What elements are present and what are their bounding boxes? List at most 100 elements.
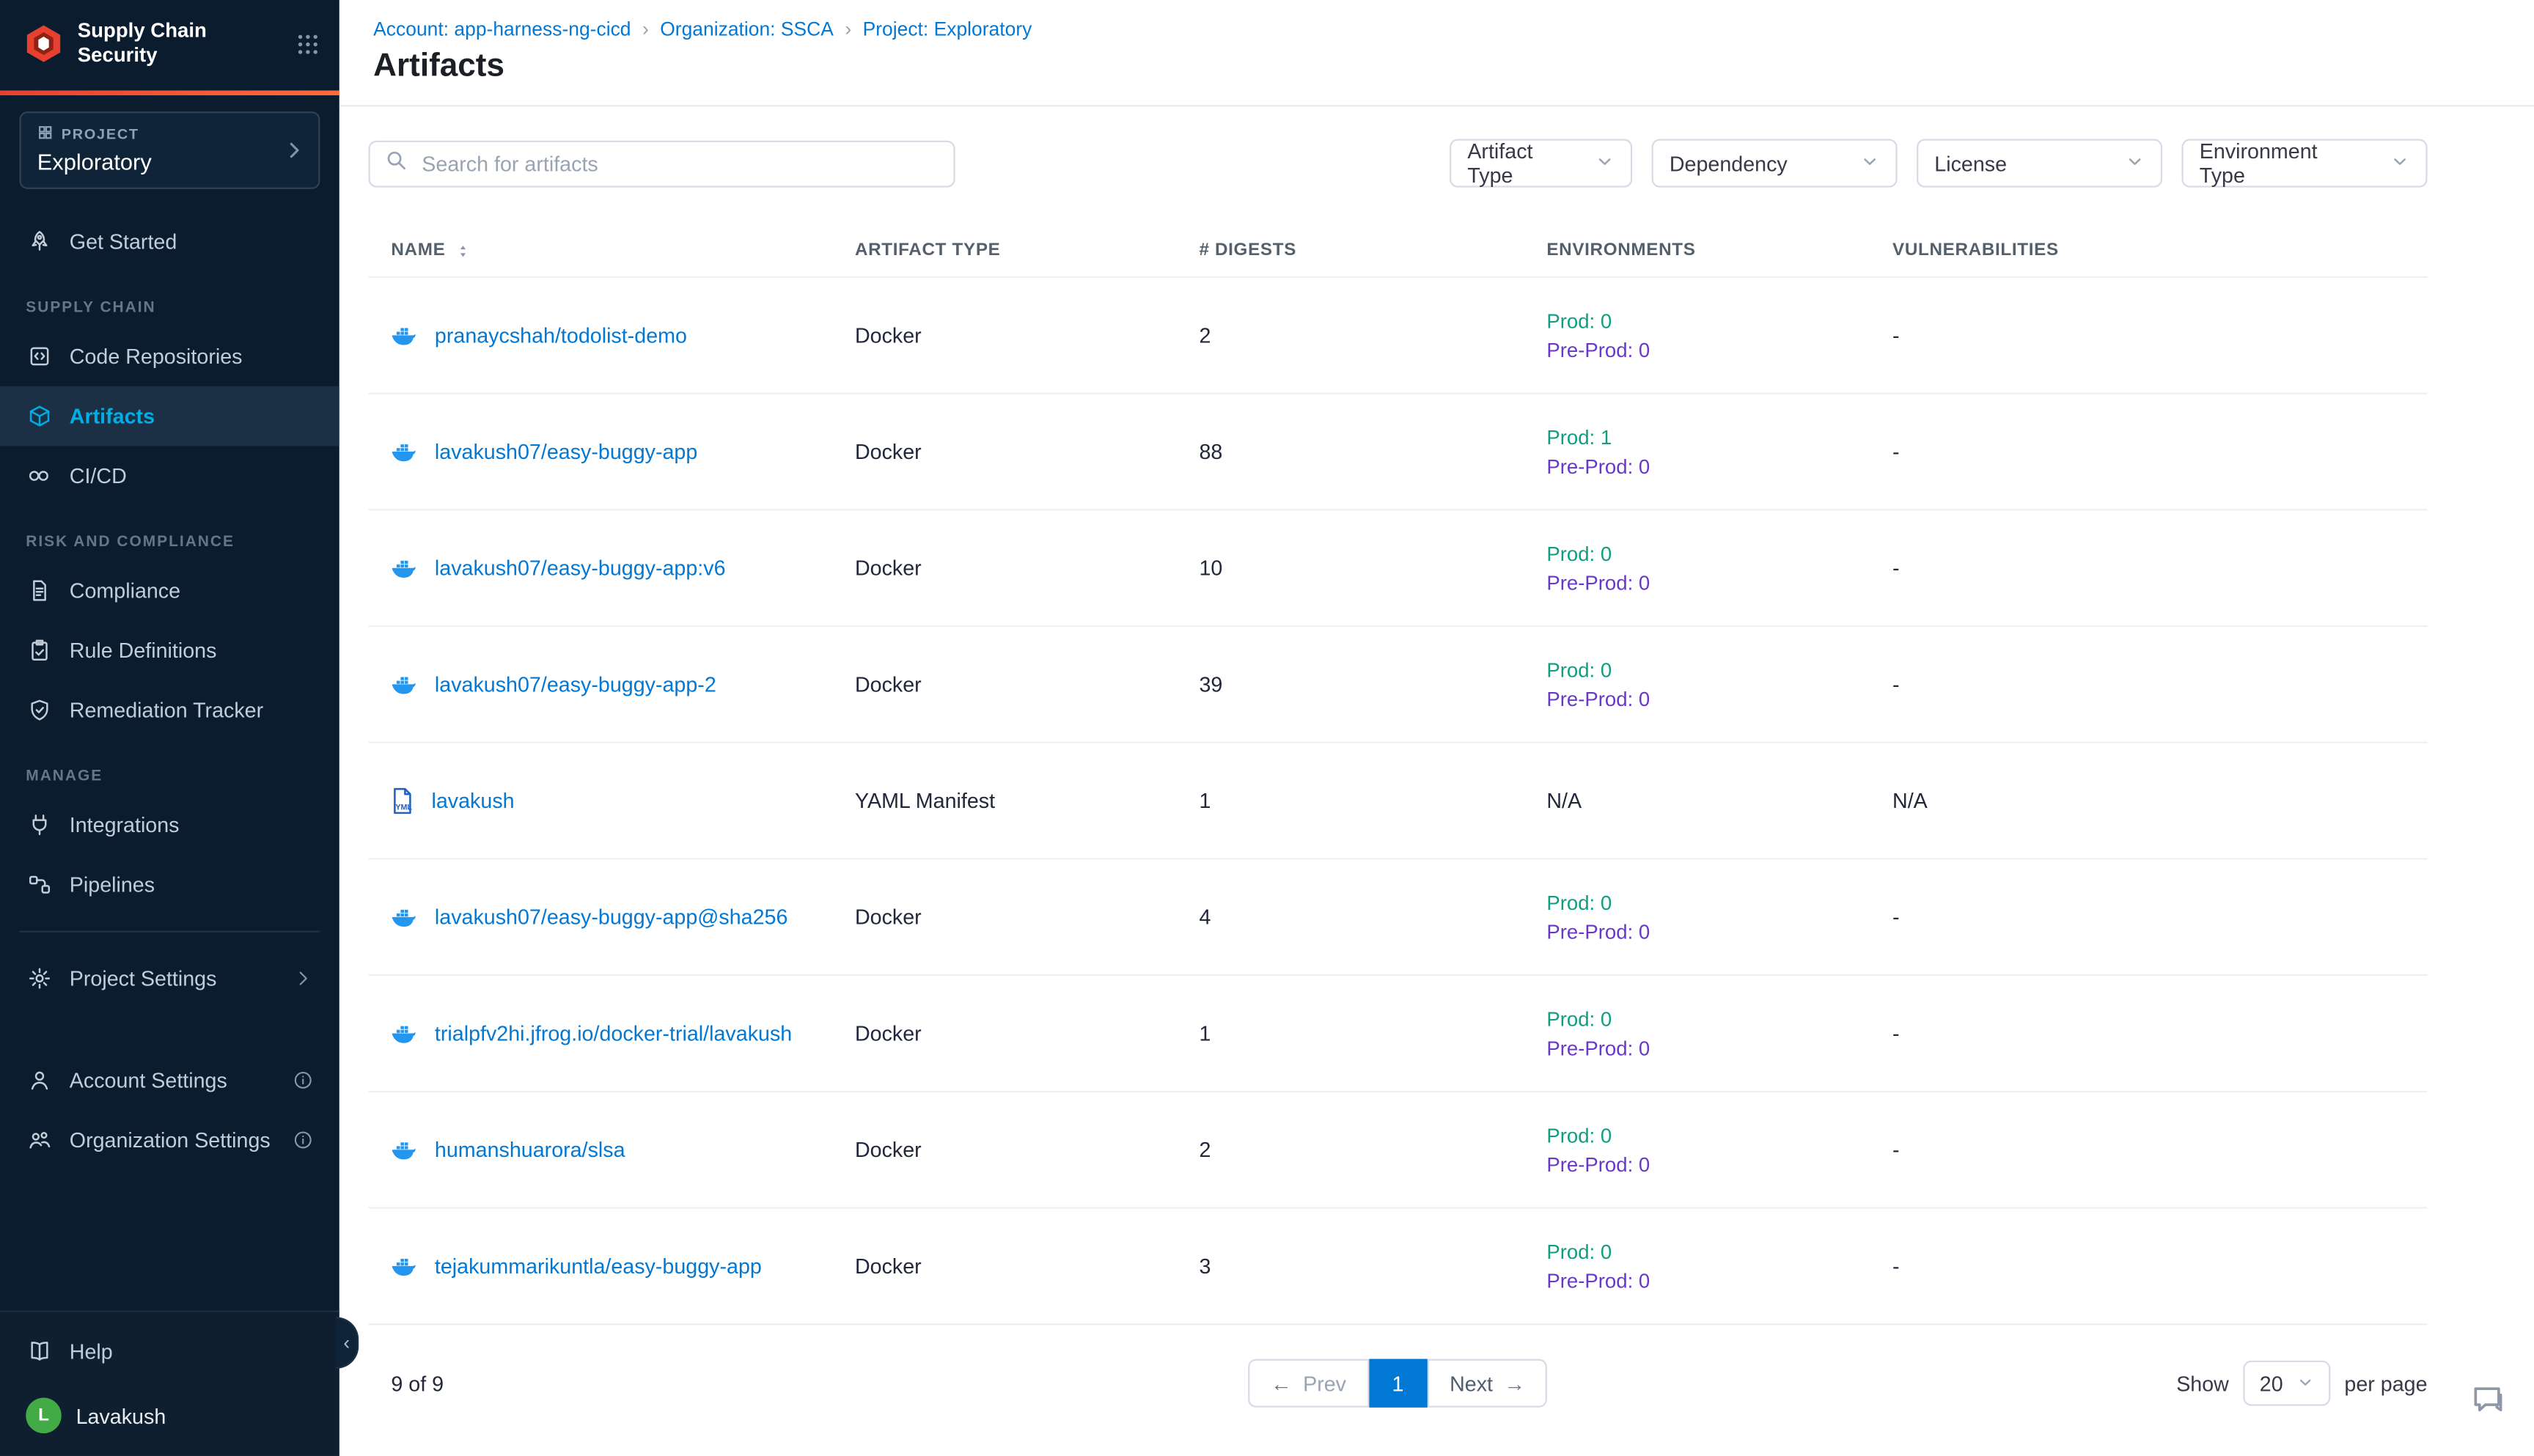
sidebar-item-artifacts[interactable]: Artifacts: [0, 386, 339, 446]
artifact-name-link[interactable]: lavakush07/easy-buggy-app: [435, 440, 697, 464]
artifact-type-cell: Docker: [855, 1254, 1199, 1278]
artifact-name-link[interactable]: pranaycshah/todolist-demo: [435, 323, 687, 348]
artifact-name-link[interactable]: lavakush07/easy-buggy-app:v6: [435, 556, 726, 580]
vulnerabilities-cell: -: [1892, 323, 2428, 348]
table-row[interactable]: lavakush07/easy-buggy-app-2Docker39Prod:…: [369, 627, 2428, 743]
table-row[interactable]: lavakush07/easy-buggy-appDocker88Prod: 1…: [369, 394, 2428, 511]
user-avatar: L: [26, 1398, 61, 1433]
artifact-name-link[interactable]: lavakush07/easy-buggy-app-2: [435, 672, 716, 696]
prod-env-link[interactable]: Prod: 0: [1546, 889, 1892, 915]
rules-icon: [26, 639, 51, 663]
arrow-right-icon: →: [1504, 1371, 1525, 1395]
sidebar-item-project-settings[interactable]: Project Settings: [0, 949, 339, 1009]
user-name: Lavakush: [76, 1403, 166, 1427]
next-page-button[interactable]: Next →: [1427, 1359, 1548, 1408]
sidebar-item-account-settings[interactable]: Account Settings: [0, 1051, 339, 1111]
prev-page-button[interactable]: ← Prev: [1248, 1359, 1369, 1408]
prod-env-link[interactable]: Prod: 0: [1546, 308, 1892, 334]
sidebar-item-label: Project Settings: [70, 966, 217, 990]
prod-env-link[interactable]: Prod: 1: [1546, 424, 1892, 450]
sidebar-item-rule-definitions[interactable]: Rule Definitions: [0, 620, 339, 680]
table-row[interactable]: lavakush07/easy-buggy-app@sha256Docker4P…: [369, 860, 2428, 977]
sidebar-item-label: Artifacts: [70, 404, 155, 428]
prod-env-link[interactable]: Prod: 0: [1546, 1238, 1892, 1264]
artifact-name-link[interactable]: humanshuarora/slsa: [435, 1138, 625, 1162]
user-menu[interactable]: L Lavakush: [0, 1382, 339, 1440]
repo-icon: [26, 344, 51, 368]
table-row[interactable]: trialpfv2hi.jfrog.io/docker-trial/lavaku…: [369, 976, 2428, 1092]
table-row[interactable]: lavakush07/easy-buggy-app:v6 Docker10Prod…: [369, 510, 2428, 627]
filter-dependency[interactable]: Dependency: [1652, 139, 1898, 188]
sort-icon[interactable]: [453, 242, 471, 260]
filter-artifact-type[interactable]: Artifact Type: [1450, 139, 1632, 188]
sidebar-item-organization-settings[interactable]: Organization Settings: [0, 1110, 339, 1170]
sidebar-item-compliance[interactable]: Compliance: [0, 561, 339, 621]
org-icon: [26, 1128, 51, 1152]
page-number-button[interactable]: 1: [1369, 1359, 1427, 1408]
page-size-select[interactable]: 20: [2244, 1361, 2330, 1406]
prod-env-link[interactable]: Prod: 0: [1546, 540, 1892, 566]
prod-env-link[interactable]: Prod: 0: [1546, 657, 1892, 683]
chat-help-icon[interactable]: [2469, 1382, 2505, 1417]
column-header-digests: # DIGESTS: [1199, 240, 1546, 260]
filter-label: Dependency: [1670, 151, 1788, 175]
brand-line2: Security: [78, 44, 283, 68]
info-icon: [293, 1130, 314, 1151]
integrations-icon: [26, 813, 51, 837]
filter-license[interactable]: License: [1917, 139, 2162, 188]
sidebar-item-pipelines[interactable]: Pipelines: [0, 855, 339, 915]
preprod-env-link[interactable]: Pre-Prod: 0: [1546, 1151, 1892, 1177]
breadcrumb-organization-link[interactable]: Organization: SSCA: [660, 18, 834, 40]
sidebar-item-get-started[interactable]: Get Started: [0, 212, 339, 272]
artifact-type-cell: Docker: [855, 556, 1199, 580]
sidebar-item-help[interactable]: Help: [0, 1322, 339, 1382]
preprod-env-link[interactable]: Pre-Prod: 0: [1546, 919, 1892, 944]
filter-environment-type[interactable]: Environment Type: [2182, 139, 2428, 188]
environments-cell: Prod: 0 Pre-Prod: 0: [1546, 889, 1892, 944]
artifact-name-link[interactable]: lavakush: [431, 789, 514, 813]
sidebar-item-label: Pipelines: [70, 872, 155, 897]
preprod-env-link[interactable]: Pre-Prod: 0: [1546, 1035, 1892, 1061]
breadcrumb: Account: app-harness-ng-cicd › Organizat…: [373, 18, 2495, 40]
breadcrumb-account-link[interactable]: Account: app-harness-ng-cicd: [373, 18, 631, 40]
environments-cell: Prod: 0 Pre-Prod: 0: [1546, 1238, 1892, 1293]
preprod-env-link[interactable]: Pre-Prod: 0: [1546, 686, 1892, 712]
table-row[interactable]: tejakummarikuntla/easy-buggy-app Docker3P…: [369, 1209, 2428, 1326]
artifact-name-link[interactable]: trialpfv2hi.jfrog.io/docker-trial/lavaku…: [435, 1021, 792, 1045]
sidebar-item-label: CI/CD: [70, 464, 127, 488]
sidebar-item-integrations[interactable]: Integrations: [0, 795, 339, 855]
preprod-env-link[interactable]: Pre-Prod: 0: [1546, 453, 1892, 479]
sidebar-bottom: Help L Lavakush: [0, 1311, 339, 1456]
artifact-type-cell: YAML Manifest: [855, 789, 1199, 813]
table-footer: 9 of 9 ← Prev 1 Next → Show 20: [369, 1341, 2428, 1425]
prod-env-link[interactable]: Prod: 0: [1546, 1122, 1892, 1148]
artifact-name-link[interactable]: lavakush07/easy-buggy-app@sha256: [435, 905, 788, 929]
project-selector[interactable]: PROJECT Exploratory: [19, 111, 320, 189]
chevron-down-icon: [2296, 1371, 2313, 1395]
search-input[interactable]: [419, 150, 939, 177]
digest-count-cell: 10: [1199, 556, 1546, 580]
sidebar-item-remediation-tracker[interactable]: Remediation Tracker: [0, 680, 339, 740]
sidebar-item-ci-cd[interactable]: CI/CD: [0, 446, 339, 506]
digest-count-cell: 39: [1199, 672, 1546, 696]
preprod-env-link[interactable]: Pre-Prod: 0: [1546, 337, 1892, 363]
breadcrumb-project-link[interactable]: Project: Exploratory: [863, 18, 1032, 40]
table-row[interactable]: humanshuarora/slsaDocker2Prod: 0Pre-Prod…: [369, 1092, 2428, 1209]
module-switcher-icon[interactable]: [295, 32, 320, 56]
table-row[interactable]: pranaycshah/todolist-demoDocker2Prod: 0P…: [369, 278, 2428, 394]
search-icon: [385, 148, 408, 179]
sidebar-item-code-repositories[interactable]: Code Repositories: [0, 326, 339, 386]
prod-env-link[interactable]: Prod: 0: [1546, 1006, 1892, 1032]
preprod-env-link[interactable]: Pre-Prod: 0: [1546, 570, 1892, 595]
table-row[interactable]: YMLlavakushYAML Manifest1N/AN/A: [369, 743, 2428, 860]
digest-count-cell: 3: [1199, 1254, 1546, 1278]
brand-title: Supply Chain Security: [78, 19, 283, 67]
artifact-name-link[interactable]: tejakummarikuntla/easy-buggy-app: [435, 1254, 762, 1278]
docker-icon: [388, 1253, 419, 1279]
chevron-right-icon: [293, 968, 314, 989]
artifact-type-cell: Docker: [855, 1138, 1199, 1162]
preprod-env-link[interactable]: Pre-Prod: 0: [1546, 1268, 1892, 1293]
artifact-type-cell: Docker: [855, 323, 1199, 348]
vulnerabilities-cell: -: [1892, 905, 2428, 929]
chevron-down-icon: [1595, 151, 1614, 175]
